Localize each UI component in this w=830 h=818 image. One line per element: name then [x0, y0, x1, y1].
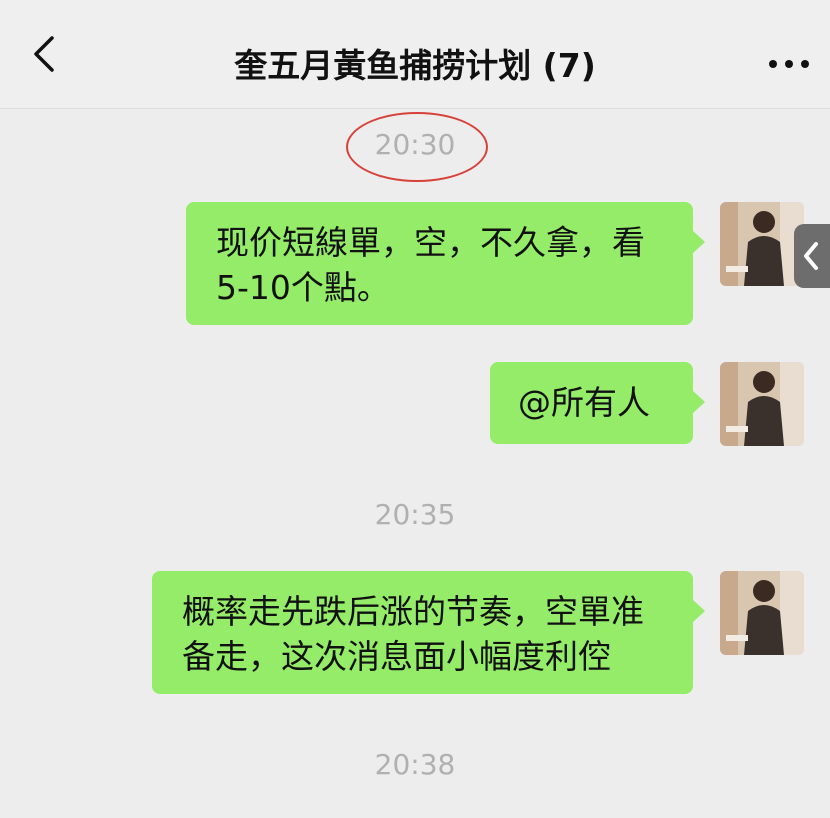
chat-title: 奎五月黃鱼捕捞计划 (7) [234, 46, 596, 85]
timestamp-3: 20:38 [374, 748, 456, 781]
message-bubble-3[interactable]: 概率走先跌后涨的节奏，空單准 备走，这次消息面小幅度利倥 [152, 571, 705, 694]
message-2-line-1: @所有人 [518, 383, 650, 422]
chevron-left-icon [804, 242, 818, 270]
message-1-line-2: 5-10个點。 [216, 268, 390, 307]
message-bubble-2[interactable]: @所有人 [490, 362, 705, 444]
avatar-photo [720, 571, 804, 655]
message-bubble-1[interactable]: 现价短線單，空，不久拿，看 5-10个點。 [186, 202, 705, 325]
annotation-circle [346, 112, 488, 182]
message-3-line-2: 备走，这次消息面小幅度利倥 [182, 637, 611, 676]
avatar[interactable] [720, 362, 804, 446]
avatar-photo [720, 362, 804, 446]
timestamp-2: 20:35 [374, 498, 456, 531]
message-3-line-1: 概率走先跌后涨的节奏，空單准 [182, 592, 644, 631]
more-options-icon[interactable] [762, 46, 816, 82]
avatar[interactable] [720, 571, 804, 655]
chat-header: 奎五月黃鱼捕捞计划 (7) [0, 0, 830, 109]
avatar-photo [720, 202, 804, 286]
message-1-line-1: 现价短線單，空，不久拿，看 [216, 223, 645, 262]
side-panel-tab[interactable] [794, 224, 830, 288]
avatar[interactable] [720, 202, 804, 286]
